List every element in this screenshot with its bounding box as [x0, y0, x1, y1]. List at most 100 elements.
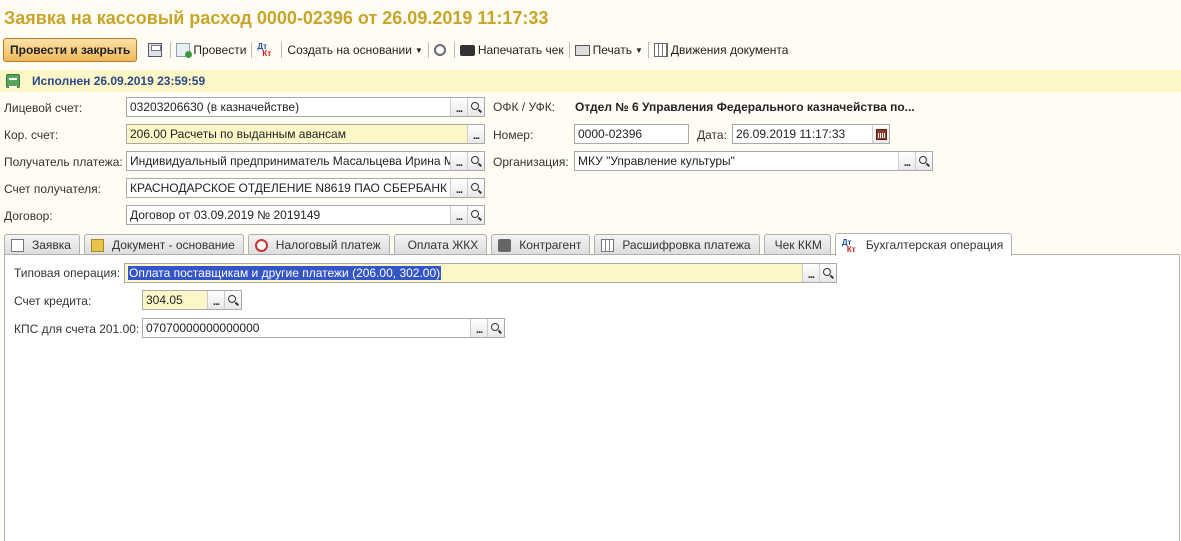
open-button[interactable]: [467, 179, 484, 197]
counterparty-icon: [498, 238, 512, 252]
magnifier-icon: [491, 323, 499, 331]
contract-label: Договор:: [4, 209, 53, 223]
cash-register-icon: [459, 44, 475, 56]
date-field[interactable]: 26.09.2019 11:17:33: [732, 124, 890, 144]
contract-value: Договор от 03.09.2019 № 2019149: [130, 208, 321, 222]
organization-field[interactable]: МКУ "Управление культуры" ...: [574, 151, 933, 171]
toolbar-separator: [281, 42, 283, 58]
magnifier-icon: [471, 156, 479, 164]
print-receipt-label: Напечатать чек: [477, 43, 564, 57]
toolbar-separator: [647, 42, 649, 58]
select-button[interactable]: ...: [207, 291, 224, 309]
tab-bar: Заявка Документ - основание Налоговый пл…: [4, 233, 1016, 256]
personal-account-field[interactable]: 03203206630 (в казначействе) ...: [126, 97, 485, 117]
tab-kkm-receipt[interactable]: Чек ККМ: [763, 234, 831, 255]
accounting-operation-panel: Типовая операция: Оплата поставщикам и д…: [4, 254, 1180, 541]
debit-credit-button[interactable]: Дт Кт: [254, 39, 279, 61]
contract-field[interactable]: Договор от 03.09.2019 № 2019149 ...: [126, 205, 485, 225]
tax-icon: [254, 238, 268, 252]
print-receipt-button[interactable]: Напечатать чек: [457, 39, 567, 61]
tab-label: Налоговый платеж: [275, 238, 381, 252]
tab-payment-details[interactable]: Расшифровка платежа: [594, 234, 760, 255]
tab-label: Документ - основание: [111, 238, 235, 252]
post-label: Провести: [193, 43, 247, 57]
document-movements-button[interactable]: Движения документа: [651, 39, 792, 61]
number-value: 0000-02396: [578, 127, 643, 141]
payee-account-field[interactable]: КРАСНОДАРСКОЕ ОТДЕЛЕНИЕ N8619 ПАО СБЕРБА…: [126, 178, 485, 198]
document-window: Заявка на кассовый расход 0000-02396 от …: [0, 0, 1181, 541]
dropdown-arrow-icon: ▼: [414, 45, 423, 55]
credit-account-value: 304.05: [146, 293, 183, 307]
print-label: Печать: [592, 43, 632, 57]
open-button[interactable]: [819, 264, 836, 282]
document-movements-label: Движения документа: [670, 43, 789, 57]
ofk-value: Отдел № 6 Управления Федерального казнач…: [575, 100, 915, 114]
printer-icon: [574, 44, 590, 56]
save-button[interactable]: [145, 39, 168, 61]
tab-tax-payment[interactable]: Налоговый платеж: [247, 234, 390, 255]
window-title: Заявка на кассовый расход 0000-02396 от …: [4, 8, 549, 28]
status-text: Исполнен 26.09.2019 23:59:59: [32, 74, 206, 88]
toolbar-separator: [170, 42, 172, 58]
tab-label: Чек ККМ: [774, 238, 822, 252]
typical-operation-label: Типовая операция:: [14, 266, 121, 280]
save-icon: [148, 43, 163, 57]
payee-value: Индивидуальный предприниматель Масальцев…: [130, 154, 450, 168]
status-bar: Исполнен 26.09.2019 23:59:59: [0, 70, 1181, 92]
toolbar-separator: [427, 42, 429, 58]
select-button[interactable]: ...: [450, 152, 467, 170]
payee-account-label: Счет получателя:: [4, 182, 101, 196]
tab-label: Заявка: [32, 238, 71, 252]
select-button[interactable]: ...: [898, 152, 915, 170]
credit-account-field[interactable]: 304.05 ...: [142, 290, 242, 310]
find-icon: [433, 44, 446, 56]
tab-request[interactable]: Заявка: [4, 234, 80, 255]
create-based-on-button[interactable]: Создать на основании ▼: [284, 39, 425, 61]
select-button[interactable]: ...: [467, 125, 484, 143]
select-button[interactable]: ...: [802, 264, 819, 282]
personal-account-value: 03203206630 (в казначействе): [130, 100, 300, 114]
open-button[interactable]: [467, 98, 484, 116]
tab-accounting-operation[interactable]: Дт Кт Бухгалтерская операция: [834, 233, 1013, 256]
select-button[interactable]: ...: [450, 206, 467, 224]
print-button[interactable]: Печать ▼: [572, 39, 646, 61]
tab-utilities-payment[interactable]: Оплата ЖКХ: [393, 234, 488, 255]
magnifier-icon: [471, 102, 479, 110]
tab-counterparty[interactable]: Контрагент: [491, 234, 591, 255]
toolbar-separator: [568, 42, 570, 58]
payee-field[interactable]: Индивидуальный предприниматель Масальцев…: [126, 151, 485, 171]
typical-operation-field[interactable]: Оплата поставщикам и другие платежи (206…: [124, 263, 837, 283]
open-button[interactable]: [467, 152, 484, 170]
open-button[interactable]: [224, 291, 241, 309]
number-field[interactable]: 0000-02396: [574, 124, 689, 144]
magnifier-icon: [919, 156, 927, 164]
movements-icon: [653, 43, 668, 57]
select-button[interactable]: ...: [470, 319, 487, 337]
post-icon: [176, 43, 193, 58]
organization-label: Организация:: [493, 155, 569, 169]
personal-account-label: Лицевой счет:: [4, 101, 83, 115]
tab-label: Оплата ЖКХ: [407, 238, 479, 252]
open-button[interactable]: [467, 206, 484, 224]
tab-label: Бухгалтерская операция: [865, 238, 1004, 252]
debit-credit-icon: Дт Кт: [257, 42, 272, 58]
post-and-close-button[interactable]: Провести и закрыть: [3, 38, 138, 62]
kps-field[interactable]: 07070000000000000 ...: [142, 318, 505, 338]
select-button[interactable]: ...: [450, 179, 467, 197]
debit-credit-icon: Дт Кт: [841, 237, 856, 254]
magnifier-icon: [471, 183, 479, 191]
post-button[interactable]: Провести: [173, 39, 249, 61]
corr-account-field[interactable]: 206.00 Расчеты по выданным авансам ...: [126, 124, 485, 144]
open-button[interactable]: [487, 319, 504, 337]
magnifier-icon: [823, 268, 831, 276]
magnifier-icon: [228, 295, 236, 303]
select-button[interactable]: ...: [450, 98, 467, 116]
find-button[interactable]: [431, 39, 452, 61]
payee-label: Получатель платежа:: [4, 155, 123, 169]
toolbar-separator: [251, 42, 253, 58]
number-label: Номер:: [493, 128, 534, 142]
calendar-button[interactable]: [872, 125, 889, 143]
magnifier-icon: [471, 210, 479, 218]
tab-base-document[interactable]: Документ - основание: [83, 234, 244, 255]
open-button[interactable]: [915, 152, 932, 170]
